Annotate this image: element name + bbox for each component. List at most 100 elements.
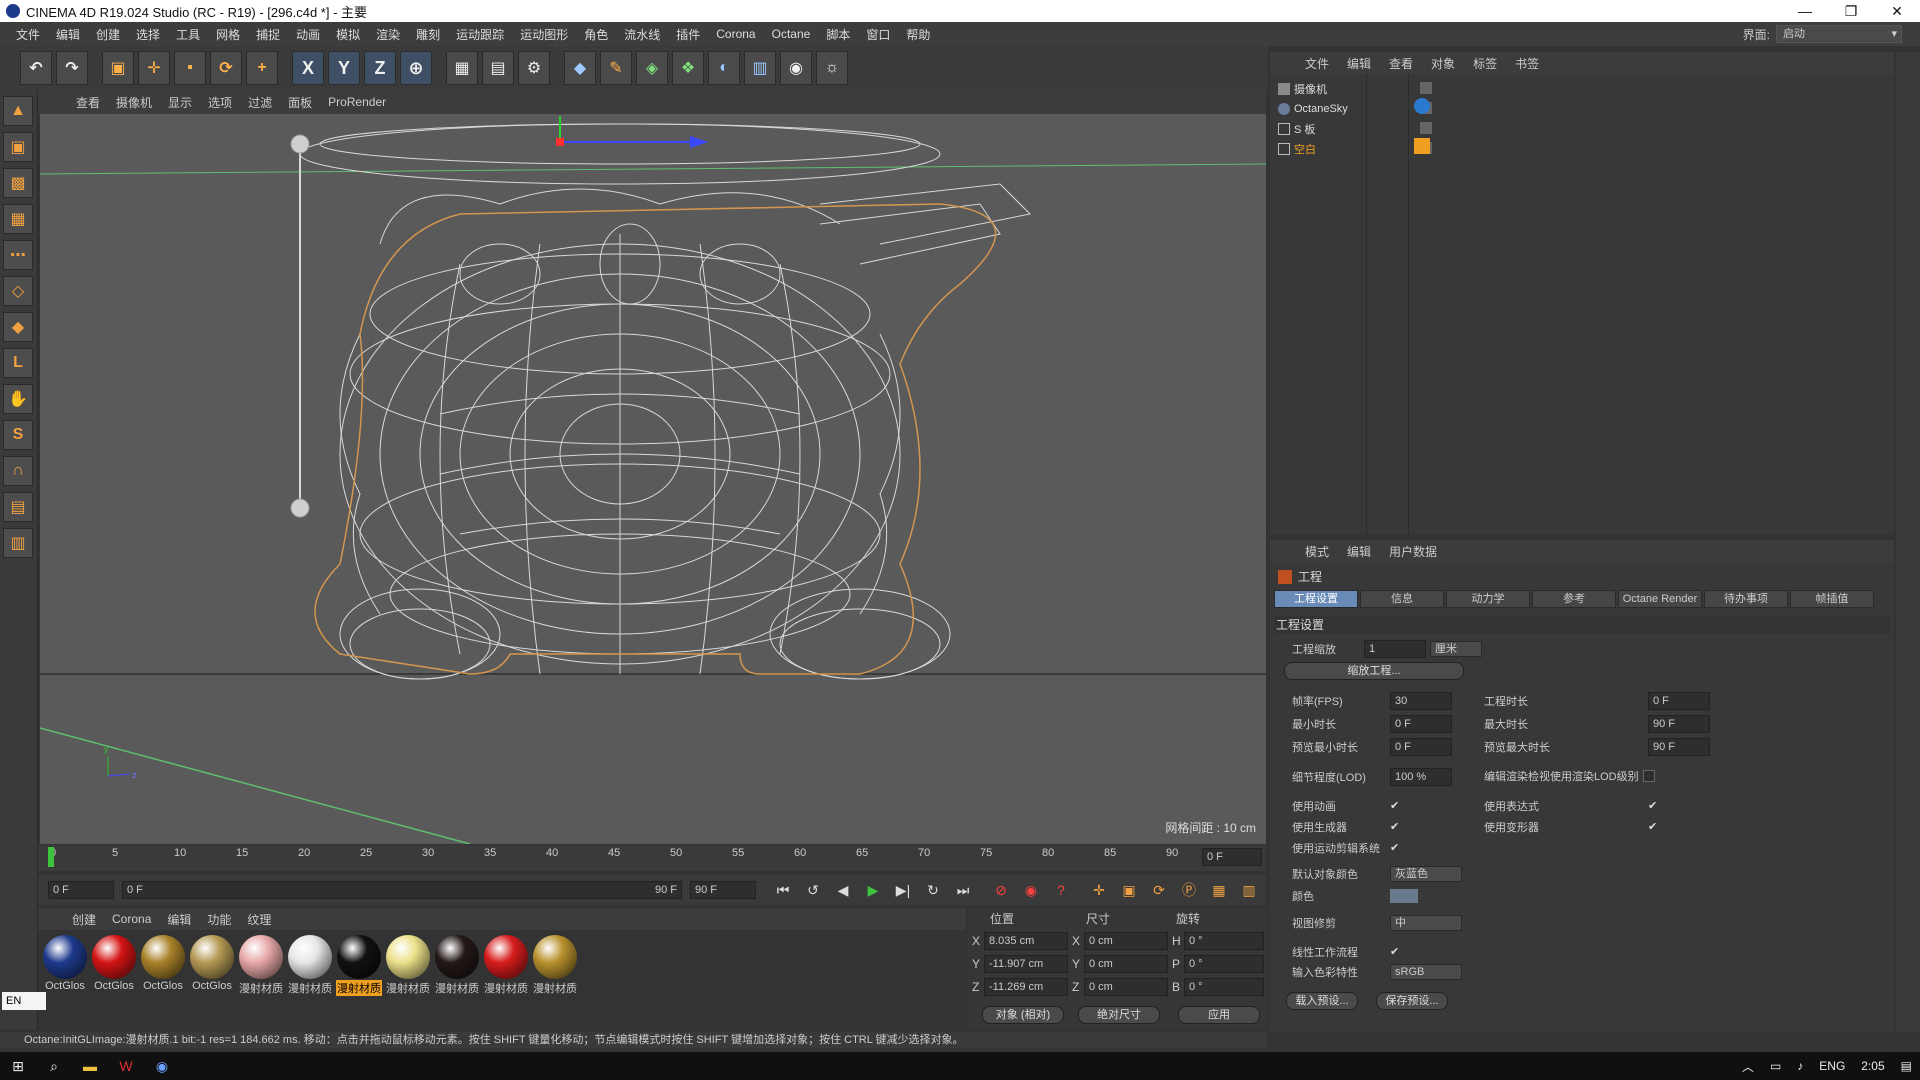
material-menu-edit[interactable]: 编辑 [159, 911, 199, 928]
size-x-field[interactable]: 0 cm [1084, 932, 1168, 950]
material-menu-corona[interactable]: Corona [104, 912, 159, 926]
keyframe-selection-icon[interactable]: ? [1048, 877, 1074, 903]
material-swatch[interactable]: OctGlos [140, 934, 186, 998]
material-swatch[interactable]: 漫射材质 [483, 934, 529, 998]
material-swatch[interactable]: 漫射材质 [385, 934, 431, 998]
viewport-menu-cameras[interactable]: 摄像机 [108, 94, 160, 111]
visibility-toggle-icon[interactable] [1420, 82, 1432, 94]
tab-info[interactable]: 信息 [1360, 590, 1444, 608]
menu-simulate[interactable]: 模拟 [328, 26, 368, 43]
material-menu-create[interactable]: 创建 [64, 911, 104, 928]
default-color-select[interactable]: 灰蓝色 [1390, 866, 1462, 882]
subdivision-surface-icon[interactable]: ◈ [636, 51, 668, 85]
next-key-icon[interactable]: ↻ [920, 877, 946, 903]
menu-octane[interactable]: Octane [764, 27, 819, 41]
material-swatch[interactable]: 漫射材质 [238, 934, 284, 998]
redo-icon[interactable]: ↷ [56, 51, 88, 85]
go-to-end-icon[interactable]: ⏭ [950, 877, 976, 903]
render-lod-checkbox[interactable] [1642, 770, 1655, 782]
menu-motion-tracking[interactable]: 运动跟踪 [448, 26, 512, 43]
key-rotation-icon[interactable]: ⟳ [1146, 877, 1172, 903]
tab-frame-interpolation[interactable]: 帧插值 [1790, 590, 1874, 608]
object-menu-objects[interactable]: 对象 [1422, 55, 1464, 72]
octane-object-tag-icon[interactable] [1414, 138, 1430, 154]
snap-icon[interactable]: ∩ [3, 456, 33, 486]
object-menu-tags[interactable]: 标签 [1464, 55, 1506, 72]
object-row[interactable]: S 板 [1278, 120, 1315, 138]
z-axis-lock-button[interactable]: Z [364, 51, 396, 85]
solo-icon[interactable]: S [3, 420, 33, 450]
object-menu-bookmarks[interactable]: 书签 [1506, 55, 1548, 72]
timeline-playhead[interactable] [48, 847, 54, 867]
position-y-field[interactable]: -11.907 cm [984, 955, 1068, 973]
octane-environment-tag-icon[interactable] [1414, 98, 1430, 114]
input-language-indicator[interactable]: EN [2, 992, 46, 1010]
previous-frame-icon[interactable]: ◀ [830, 877, 856, 903]
visibility-toggle-icon[interactable] [1420, 122, 1432, 134]
tab-dynamics[interactable]: 动力学 [1446, 590, 1530, 608]
rotate-tool-icon[interactable]: ⟳ [210, 51, 242, 85]
view-clipping-select[interactable]: 中 [1390, 915, 1462, 931]
menu-sculpt[interactable]: 雕刻 [408, 26, 448, 43]
file-explorer-icon[interactable]: ▬ [76, 1054, 104, 1078]
clock[interactable]: 2:05 [1861, 1059, 1884, 1073]
axis-mode-icon[interactable]: L [3, 348, 33, 378]
menu-tools[interactable]: 工具 [168, 26, 208, 43]
workplane-mode-icon[interactable]: ▦ [3, 204, 33, 234]
scale-tool-icon[interactable]: ▪ [174, 51, 206, 85]
make-editable-icon[interactable]: ▲ [3, 96, 33, 126]
input-color-profile-select[interactable]: sRGB [1390, 964, 1462, 980]
key-position-icon[interactable]: ✛ [1086, 877, 1112, 903]
camera-icon[interactable]: ◉ [780, 51, 812, 85]
cloner-icon[interactable]: ❖ [672, 51, 704, 85]
menu-window[interactable]: 窗口 [858, 26, 898, 43]
object-row[interactable]: 空白 [1278, 140, 1316, 158]
search-icon[interactable]: ⌕ [40, 1054, 68, 1078]
min-time-field[interactable]: 0 F [1390, 715, 1452, 733]
texture-mode-icon[interactable]: ▩ [3, 168, 33, 198]
color-swatch[interactable] [1390, 889, 1418, 903]
3d-viewport[interactable]: y z 网格间距 : 10 cm [40, 114, 1266, 844]
timeline-window-icon[interactable]: ▥ [1236, 877, 1262, 903]
menu-select[interactable]: 选择 [128, 26, 168, 43]
start-frame-field[interactable]: 0 F [48, 881, 114, 899]
x-axis-lock-button[interactable]: X [292, 51, 324, 85]
record-keys-icon[interactable]: ⊘ [988, 877, 1014, 903]
material-menu-texture[interactable]: 纹理 [239, 911, 279, 928]
go-to-start-icon[interactable]: ⏮ [770, 877, 796, 903]
rotation-b-field[interactable]: 0 ° [1184, 978, 1264, 996]
viewport-menu-prorender[interactable]: ProRender [320, 95, 394, 109]
move-tool-icon[interactable]: ✛ [138, 51, 170, 85]
ime-indicator[interactable]: ENG [1819, 1059, 1845, 1073]
timeline-ruler[interactable]: 0 5 10 15 20 25 30 35 40 45 50 55 60 65 … [38, 845, 1266, 871]
rotation-h-field[interactable]: 0 ° [1184, 932, 1264, 950]
use-motion-system-checkbox[interactable]: ✔ [1390, 842, 1402, 854]
menu-character[interactable]: 角色 [576, 26, 616, 43]
material-swatch[interactable]: 漫射材质 [532, 934, 578, 998]
project-scale-unit-select[interactable]: 厘米 [1430, 641, 1482, 657]
workplane-icon[interactable]: ▤ [3, 492, 33, 522]
viewport-menu-filter[interactable]: 过滤 [240, 94, 280, 111]
menu-edit[interactable]: 编辑 [48, 26, 88, 43]
material-swatch[interactable]: OctGlos [91, 934, 137, 998]
pen-spline-icon[interactable]: ✎ [600, 51, 632, 85]
tab-reference[interactable]: 参考 [1532, 590, 1616, 608]
menu-script[interactable]: 脚本 [818, 26, 858, 43]
previous-key-icon[interactable]: ↺ [800, 877, 826, 903]
render-picture-viewer-icon[interactable]: ▤ [482, 51, 514, 85]
object-row[interactable]: OctaneSky [1278, 100, 1348, 118]
deformer-icon[interactable]: ◐ [708, 51, 740, 85]
attr-menu-edit[interactable]: 编辑 [1338, 543, 1380, 560]
live-selection-icon[interactable]: ▣ [102, 51, 134, 85]
key-scale-icon[interactable]: ▣ [1116, 877, 1142, 903]
interface-layout-select[interactable]: 启动 [1776, 25, 1902, 43]
material-swatch[interactable]: OctGlos [189, 934, 235, 998]
preview-max-field[interactable]: 90 F [1648, 738, 1710, 756]
menu-pipeline[interactable]: 流水线 [616, 26, 668, 43]
object-menu-edit[interactable]: 编辑 [1338, 55, 1380, 72]
position-x-field[interactable]: 8.035 cm [984, 932, 1068, 950]
minimize-button[interactable]: — [1782, 3, 1828, 20]
tab-octane-render[interactable]: Octane Render [1618, 590, 1702, 608]
attr-menu-userdata[interactable]: 用户数据 [1380, 543, 1446, 560]
network-icon[interactable]: ▭ [1770, 1059, 1781, 1073]
